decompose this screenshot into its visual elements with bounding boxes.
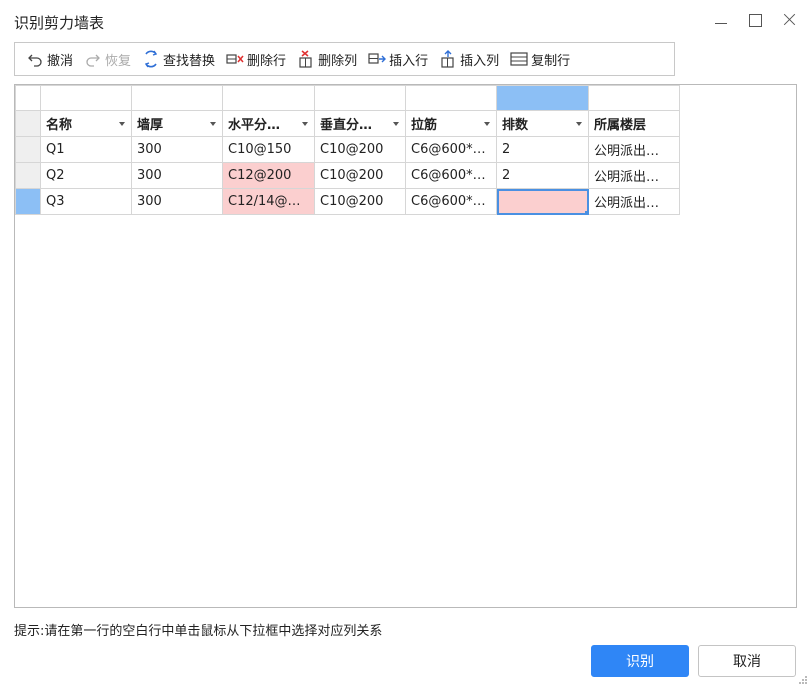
dropdown-arrow-icon[interactable] (210, 122, 216, 126)
column-header[interactable]: 水平分… (222, 110, 315, 137)
insert-column-button[interactable]: 插入列 (434, 46, 504, 72)
insert-column-label: 插入列 (460, 53, 500, 69)
table-cell[interactable]: C10@200 (314, 136, 406, 163)
find-replace-icon (142, 50, 160, 68)
insert-row-label: 插入行 (389, 53, 429, 69)
table-cell-error[interactable]: C12/14@… (222, 188, 315, 215)
mapping-cell[interactable] (222, 85, 315, 111)
redo-label: 恢复 (105, 53, 132, 69)
table-grid[interactable]: 名称 墙厚 水平分… 垂直分… 拉筋 排数 所属楼层 Q1 300 C10@15… (14, 84, 797, 608)
resize-grip-icon[interactable] (798, 675, 808, 685)
toolbar: 撤消 恢复 查找替换 删除行 删除列 插入行 插入列 复制行 (14, 42, 675, 76)
column-header[interactable]: 所属楼层 (588, 110, 680, 137)
delete-column-icon (297, 50, 315, 68)
window-controls (713, 10, 797, 30)
table-cell[interactable]: C10@200 (314, 162, 406, 189)
copy-row-label: 复制行 (531, 53, 571, 69)
column-header-label: 名称 (46, 118, 73, 133)
row-header[interactable] (15, 162, 41, 189)
table-cell[interactable]: C6@600*… (405, 188, 497, 215)
table-cell[interactable]: C6@600*… (405, 162, 497, 189)
table-cell[interactable]: 公明派出… (588, 188, 680, 215)
column-header-label: 水平分… (228, 118, 281, 133)
table-cell[interactable]: 300 (131, 136, 223, 163)
undo-icon (26, 50, 44, 68)
table-row: Q2 300 C12@200 C10@200 C6@600*… 2 公明派出… (15, 162, 680, 189)
hint-text: 提示:请在第一行的空白行中单击鼠标从下拉框中选择对应列关系 (14, 624, 383, 639)
fill-handle[interactable] (585, 211, 588, 214)
dropdown-arrow-icon[interactable] (119, 122, 125, 126)
find-replace-label: 查找替换 (163, 53, 216, 69)
table-cell-selected[interactable] (496, 188, 589, 215)
row-header (15, 110, 41, 137)
table-cell[interactable]: 2 (496, 136, 589, 163)
copy-row-button[interactable]: 复制行 (505, 46, 575, 72)
table-row: Q3 300 C12/14@… C10@200 C6@600*… 公明派出… (15, 188, 680, 215)
close-button[interactable] (781, 10, 797, 30)
delete-row-label: 删除行 (247, 53, 287, 69)
column-header-label: 排数 (502, 118, 529, 133)
find-replace-button[interactable]: 查找替换 (137, 46, 220, 72)
dropdown-arrow-icon[interactable] (576, 122, 582, 126)
maximize-button[interactable] (747, 10, 763, 30)
header-row: 名称 墙厚 水平分… 垂直分… 拉筋 排数 所属楼层 (15, 110, 680, 137)
window-title: 识别剪力墙表 (14, 14, 105, 32)
table-cell-error[interactable]: C12@200 (222, 162, 315, 189)
dropdown-arrow-icon[interactable] (393, 122, 399, 126)
row-header[interactable] (15, 136, 41, 163)
column-header[interactable]: 拉筋 (405, 110, 497, 137)
redo-button[interactable]: 恢复 (79, 46, 136, 72)
mapping-cell[interactable] (40, 85, 132, 111)
column-header-label: 所属楼层 (594, 118, 647, 133)
mapping-cell[interactable] (405, 85, 497, 111)
dropdown-arrow-icon[interactable] (302, 122, 308, 126)
table-cell[interactable]: C6@600*… (405, 136, 497, 163)
mapping-cell-selected[interactable] (496, 85, 589, 111)
redo-icon (84, 50, 102, 68)
data-table: 名称 墙厚 水平分… 垂直分… 拉筋 排数 所属楼层 Q1 300 C10@15… (15, 85, 680, 215)
table-row: Q1 300 C10@150 C10@200 C6@600*… 2 公明派出… (15, 136, 680, 163)
recognize-button[interactable]: 识别 (591, 645, 689, 677)
row-header-corner (15, 85, 41, 111)
undo-label: 撤消 (47, 53, 74, 69)
copy-row-icon (510, 50, 528, 68)
cancel-button[interactable]: 取消 (698, 645, 796, 677)
mapping-row (15, 85, 680, 111)
delete-column-button[interactable]: 删除列 (292, 46, 362, 72)
table-cell[interactable]: Q1 (40, 136, 132, 163)
table-cell[interactable]: C10@200 (314, 188, 406, 215)
column-header[interactable]: 墙厚 (131, 110, 223, 137)
mapping-cell[interactable] (314, 85, 406, 111)
dropdown-arrow-icon[interactable] (484, 122, 490, 126)
column-header[interactable]: 垂直分… (314, 110, 406, 137)
delete-row-icon (226, 50, 244, 68)
column-header-label: 拉筋 (411, 118, 438, 133)
table-cell[interactable]: 300 (131, 162, 223, 189)
insert-row-button[interactable]: 插入行 (363, 46, 433, 72)
table-cell[interactable]: 公明派出… (588, 136, 680, 163)
column-header[interactable]: 排数 (496, 110, 589, 137)
insert-row-icon (368, 50, 387, 68)
table-cell[interactable]: 公明派出… (588, 162, 680, 189)
table-cell[interactable]: 300 (131, 188, 223, 215)
mapping-cell[interactable] (131, 85, 223, 111)
row-header-active[interactable] (15, 188, 41, 215)
title-bar: 识别剪力墙表 (0, 0, 811, 40)
delete-column-label: 删除列 (318, 53, 358, 69)
insert-column-icon (439, 50, 457, 68)
table-cell[interactable]: C10@150 (222, 136, 315, 163)
mapping-cell[interactable] (588, 85, 680, 111)
delete-row-button[interactable]: 删除行 (221, 46, 291, 72)
table-cell[interactable]: 2 (496, 162, 589, 189)
column-header-label: 墙厚 (137, 118, 164, 133)
table-cell[interactable]: Q3 (40, 188, 132, 215)
table-cell[interactable]: Q2 (40, 162, 132, 189)
column-header[interactable]: 名称 (40, 110, 132, 137)
column-header-label: 垂直分… (320, 118, 373, 133)
minimize-button[interactable] (713, 10, 729, 30)
undo-button[interactable]: 撤消 (21, 46, 78, 72)
